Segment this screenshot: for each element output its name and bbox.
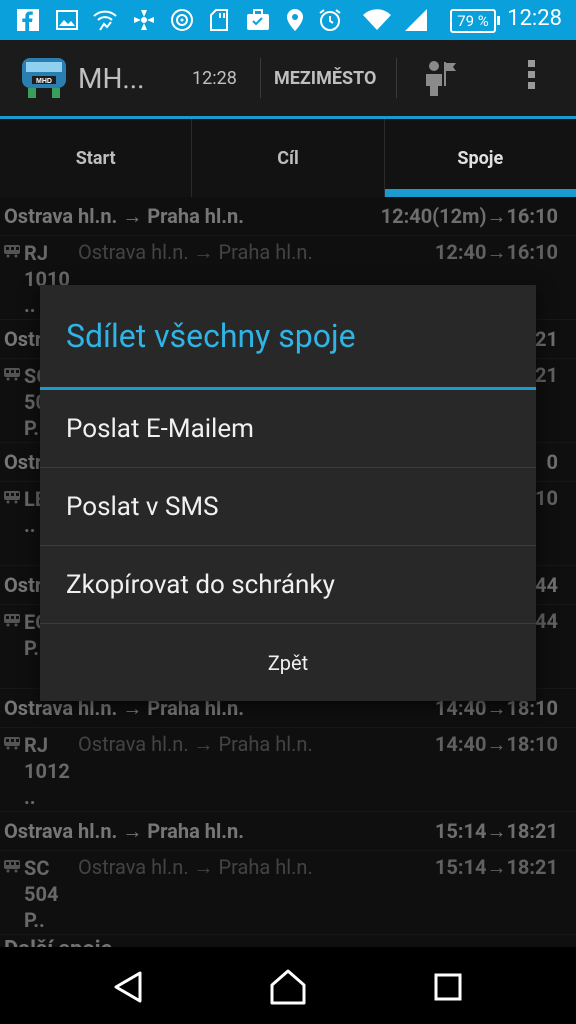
location-icon — [286, 8, 304, 32]
signal-icon — [404, 8, 428, 32]
copy-to-clipboard-option[interactable]: Zkopírovat do schránky — [40, 546, 536, 624]
tab-spoje[interactable]: Spoje — [384, 119, 576, 197]
alarm-icon — [318, 8, 342, 32]
app-logo-icon[interactable]: MHD — [18, 52, 70, 100]
home-nav-icon[interactable] — [266, 965, 310, 1009]
tab-start[interactable]: Start — [0, 119, 193, 197]
divider — [260, 58, 261, 98]
image-icon — [56, 8, 78, 32]
tab-indicator — [384, 189, 576, 197]
tab-bar: Start Cíl Spoje — [0, 119, 576, 197]
wifi-icon — [362, 8, 392, 32]
svg-text:MHD: MHD — [36, 78, 52, 85]
dialog-title: Sdílet všechny spoje — [66, 317, 356, 355]
recents-nav-icon[interactable] — [426, 965, 470, 1009]
mode-button[interactable]: MEZIMĚSTO — [274, 68, 376, 89]
app-title: MH... — [78, 62, 145, 95]
battery-indicator: 79 % — [450, 9, 500, 33]
action-bar: MHD MH... 12:28 MEZIMĚSTO — [0, 40, 576, 119]
divider — [396, 58, 397, 98]
sd-card-icon — [210, 8, 228, 32]
wifi-call-icon — [92, 8, 118, 32]
departure-time-button[interactable]: 12:28 — [192, 68, 237, 89]
back-button[interactable]: Zpět — [40, 625, 536, 701]
person-flag-icon[interactable] — [420, 58, 460, 98]
status-bar: 79 % 12:28 — [0, 0, 576, 40]
share-sms-option[interactable]: Poslat v SMS — [40, 468, 536, 546]
status-time: 12:28 — [507, 6, 562, 31]
navigation-bar — [0, 947, 576, 1024]
overflow-menu-icon[interactable] — [524, 60, 538, 96]
pinwheel-icon — [132, 8, 156, 32]
share-dialog: Sdílet všechny spoje Poslat E-Mailem Pos… — [40, 285, 536, 701]
tab-cil[interactable]: Cíl — [192, 119, 385, 197]
share-email-option[interactable]: Poslat E-Mailem — [40, 390, 536, 468]
facebook-icon — [16, 8, 40, 32]
back-nav-icon[interactable] — [106, 965, 150, 1009]
briefcase-icon — [246, 8, 270, 32]
hotspot-icon — [170, 8, 194, 32]
